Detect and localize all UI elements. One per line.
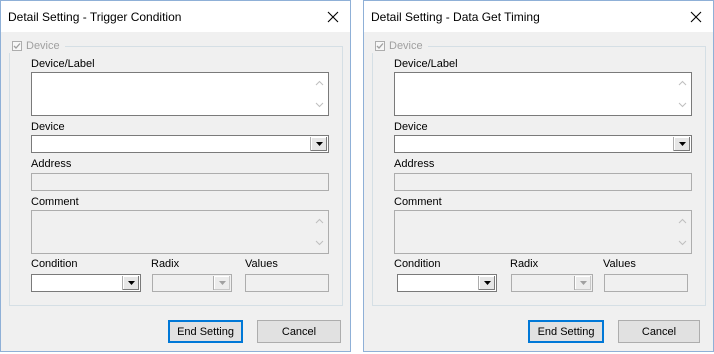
values-caption: Values <box>603 258 636 270</box>
scroll-up-button <box>674 213 690 229</box>
condition-dropdown-button[interactable] <box>122 276 139 290</box>
radix-dropdown-button <box>213 276 230 290</box>
dialog-title: Detail Setting - Trigger Condition <box>8 10 182 24</box>
condition-caption: Condition <box>394 258 441 270</box>
device-group-header: Device <box>372 39 428 53</box>
radix-dropdown-button <box>574 276 591 290</box>
address-caption: Address <box>31 158 72 170</box>
comment-textarea <box>394 210 692 254</box>
chevron-up-icon <box>315 80 323 86</box>
device-caption: Device <box>31 121 65 133</box>
radix-caption: Radix <box>151 258 180 270</box>
address-field <box>31 173 329 191</box>
dropdown-arrow-icon <box>678 142 686 146</box>
condition-combobox[interactable] <box>397 274 497 292</box>
scroll-down-button[interactable] <box>311 97 327 113</box>
close-button[interactable] <box>679 1 713 32</box>
condition-caption: Condition <box>31 258 78 270</box>
dropdown-arrow-icon <box>483 281 491 285</box>
comment-caption: Comment <box>394 196 442 208</box>
close-button[interactable] <box>316 1 350 32</box>
values-field <box>604 274 688 292</box>
device-label-scrollbar[interactable] <box>674 74 690 114</box>
device-group-label: Device <box>26 40 60 52</box>
device-caption: Device <box>394 121 428 133</box>
comment-caption: Comment <box>31 196 79 208</box>
dialog-data-get-timing: Detail Setting - Data Get Timing Device … <box>363 0 714 352</box>
device-label-caption: Device/Label <box>31 58 95 70</box>
dropdown-arrow-icon <box>579 281 587 285</box>
dialog-trigger-condition: Detail Setting - Trigger Condition Devic… <box>0 0 351 352</box>
device-dropdown-button[interactable] <box>673 137 690 151</box>
condition-combobox[interactable] <box>31 274 141 292</box>
dropdown-arrow-icon <box>127 281 135 285</box>
address-caption: Address <box>394 158 435 170</box>
cancel-button[interactable]: Cancel <box>257 320 341 343</box>
close-icon <box>327 11 339 22</box>
scroll-down-button[interactable] <box>674 97 690 113</box>
chevron-down-icon <box>678 102 686 108</box>
dropdown-arrow-icon <box>218 281 226 285</box>
device-label-scrollbar[interactable] <box>311 74 327 114</box>
device-checkbox[interactable] <box>12 41 22 51</box>
radix-combobox <box>511 274 593 292</box>
comment-textarea <box>31 210 329 254</box>
comment-scrollbar <box>674 212 690 252</box>
device-label-textarea[interactable] <box>31 72 329 116</box>
end-setting-button[interactable]: End Setting <box>528 320 604 343</box>
cancel-button[interactable]: Cancel <box>618 320 700 343</box>
device-checkbox[interactable] <box>375 41 385 51</box>
dropdown-arrow-icon <box>315 142 323 146</box>
title-bar: Detail Setting - Data Get Timing <box>364 1 713 32</box>
scroll-down-button <box>311 235 327 251</box>
checkmark-icon <box>13 43 21 49</box>
radix-caption: Radix <box>510 258 539 270</box>
chevron-up-icon <box>315 218 323 224</box>
address-field <box>394 173 692 191</box>
chevron-down-icon <box>315 102 323 108</box>
device-dropdown-button[interactable] <box>310 137 327 151</box>
scroll-down-button <box>674 235 690 251</box>
device-label-caption: Device/Label <box>394 58 458 70</box>
scroll-up-button[interactable] <box>311 75 327 91</box>
scroll-up-button[interactable] <box>674 75 690 91</box>
values-field <box>245 274 329 292</box>
checkmark-icon <box>376 43 384 49</box>
radix-combobox <box>152 274 232 292</box>
condition-dropdown-button[interactable] <box>478 276 495 290</box>
device-combobox[interactable] <box>394 135 692 153</box>
dialog-title: Detail Setting - Data Get Timing <box>371 10 540 24</box>
device-group-label: Device <box>389 40 423 52</box>
chevron-up-icon <box>678 218 686 224</box>
device-group-header: Device <box>9 39 65 53</box>
comment-scrollbar <box>311 212 327 252</box>
chevron-down-icon <box>315 240 323 246</box>
chevron-down-icon <box>678 240 686 246</box>
device-label-textarea[interactable] <box>394 72 692 116</box>
title-bar: Detail Setting - Trigger Condition <box>1 1 350 32</box>
device-combobox[interactable] <box>31 135 329 153</box>
values-caption: Values <box>245 258 278 270</box>
scroll-up-button <box>311 213 327 229</box>
end-setting-button[interactable]: End Setting <box>168 320 243 343</box>
chevron-up-icon <box>678 80 686 86</box>
close-icon <box>690 11 702 22</box>
